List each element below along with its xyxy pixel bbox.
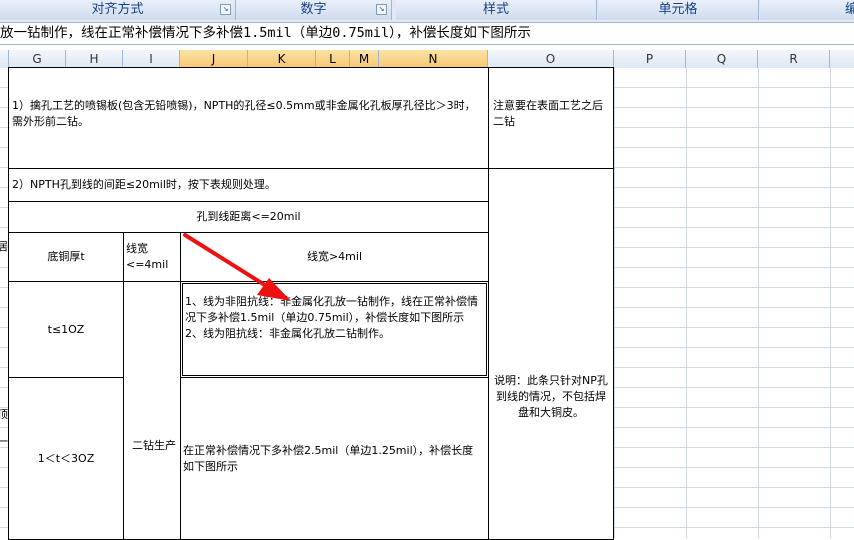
line-width-large-text: 线宽>4mil	[306, 250, 363, 263]
t-le-10-text: t≤1OZ	[47, 322, 85, 336]
column-header-p[interactable]: P	[614, 50, 686, 68]
ribbon-group-cells[interactable]: 单元格	[598, 0, 759, 20]
ribbon-group-number[interactable]: 数字 ↘	[236, 0, 392, 20]
column-header-k[interactable]: K	[248, 50, 316, 68]
formula-bar[interactable]: 放一钻制作，线在正常补偿情况下多补偿1.5mil（单边0.75mil），补偿长度…	[0, 23, 854, 45]
cell-line-width-small[interactable]: 线宽<=4mil	[123, 232, 181, 282]
cell-line-width-large[interactable]: 线宽>4mil	[180, 232, 489, 282]
gridline	[758, 68, 759, 538]
cell-header-main[interactable]: 孔到线距离<=20mil	[8, 201, 489, 233]
ribbon-group-label: 样式	[482, 2, 509, 17]
column-header-l[interactable]: L	[316, 50, 350, 68]
note1-text: 注意要在表面工艺之后二钻	[493, 99, 603, 128]
column-header-j[interactable]: J	[180, 50, 248, 68]
column-header-q[interactable]: Q	[686, 50, 758, 68]
column-header-r[interactable]: R	[758, 50, 830, 68]
ribbon-group-label: 对齐方式	[91, 2, 144, 17]
column-header-g[interactable]: G	[9, 50, 66, 68]
cell-compensation[interactable]: 在正常补偿情况下多补偿2.5mil（单边1.25mil），补偿长度如下图所示	[180, 377, 489, 540]
column-header-partial[interactable]	[0, 50, 9, 68]
copper-thickness-text: 底铜厚t	[47, 250, 85, 263]
column-header-n[interactable]: N	[379, 50, 488, 68]
rule1-text: 1）擒孔工艺的喷锡板(包含无铅喷锡)，NPTH的孔径≤0.5mm或非金属化孔板厚…	[12, 99, 476, 128]
t-range-text: 1＜t＜3OZ	[37, 451, 95, 465]
rule2-text: 2）NPTH孔到线的间距≤20mil时，按下表规则处理。	[12, 178, 276, 191]
column-header-h[interactable]: H	[66, 50, 123, 68]
ribbon-group-label: 单元格	[658, 2, 698, 17]
cell-explain[interactable]: 说明：此条只针对NP孔到线的情况，不包括焊盘和大铜皮。	[488, 168, 614, 540]
cell-note1[interactable]: 注意要在表面工艺之后二钻	[488, 67, 614, 169]
cell-t-le-10[interactable]: t≤1OZ	[8, 281, 124, 378]
gridline	[614, 68, 615, 538]
cell-conditions[interactable]: 1、线为非阻抗线：非金属化孔放一钻制作，线在正常补偿情况下多补偿1.5mil（单…	[180, 281, 489, 378]
condition-line-2: 2、线为阻抗线：非金属化孔放二钻制作。	[185, 327, 390, 340]
condition-line-1: 1、线为非阻抗线：非金属化孔放一钻制作，线在正常补偿情况下多补偿1.5mil（单…	[185, 295, 478, 324]
worksheet-grid[interactable]: 1）擒孔工艺的喷锡板(包含无铅喷锡)，NPTH的孔径≤0.5mm或非金属化孔板厚…	[0, 67, 854, 540]
gridline	[830, 68, 831, 538]
ribbon-group-label: 编	[844, 2, 854, 17]
left-fragment-2: 顶	[0, 408, 8, 421]
ribbon-group-alignment[interactable]: 对齐方式 ↘	[0, 0, 236, 20]
header-main-text: 孔到线距离<=20mil	[196, 210, 301, 223]
ribbon-group-styles[interactable]: 样式	[396, 0, 597, 20]
cell-t-range[interactable]: 1＜t＜3OZ	[8, 377, 124, 540]
compensation-text: 在正常补偿情况下多补偿2.5mil（单边1.25mil），补偿长度如下图所示	[183, 444, 474, 473]
cell-rule1[interactable]: 1）擒孔工艺的喷锡板(包含无铅喷锡)，NPTH的孔径≤0.5mm或非金属化孔板厚…	[8, 67, 489, 169]
gridline	[686, 68, 687, 538]
cell-copper-thickness[interactable]: 底铜厚t	[8, 232, 124, 282]
left-fragment-1: 居	[0, 240, 8, 253]
ribbon: 对齐方式 ↘ 数字 ↘ 样式 单元格 编	[0, 0, 854, 23]
column-header-o[interactable]: O	[488, 50, 614, 68]
explain-text: 说明：此条只针对NP孔到线的情况，不包括焊盘和大铜皮。	[494, 374, 608, 419]
column-header-partial-right[interactable]	[830, 50, 854, 68]
formula-bar-content[interactable]: 放一钻制作，线在正常补偿情况下多补偿1.5mil（单边0.75mil），补偿长度…	[0, 23, 531, 44]
column-header-m[interactable]: M	[350, 50, 379, 68]
second-drill-text: 二钻生产	[132, 439, 176, 452]
cell-rule2[interactable]: 2）NPTH孔到线的间距≤20mil时，按下表规则处理。	[8, 168, 489, 202]
cell-second-drill[interactable]: 二钻生产	[123, 281, 181, 540]
ribbon-group-label: 数字	[300, 2, 327, 17]
column-header-i[interactable]: I	[123, 50, 180, 68]
left-fragment-3: 一	[0, 435, 8, 448]
line-width-small-text: 线宽<=4mil	[126, 242, 169, 271]
dialog-launcher-icon[interactable]: ↘	[376, 4, 387, 15]
ribbon-group-editing[interactable]: 编	[760, 0, 854, 20]
dialog-launcher-icon[interactable]: ↘	[220, 4, 231, 15]
